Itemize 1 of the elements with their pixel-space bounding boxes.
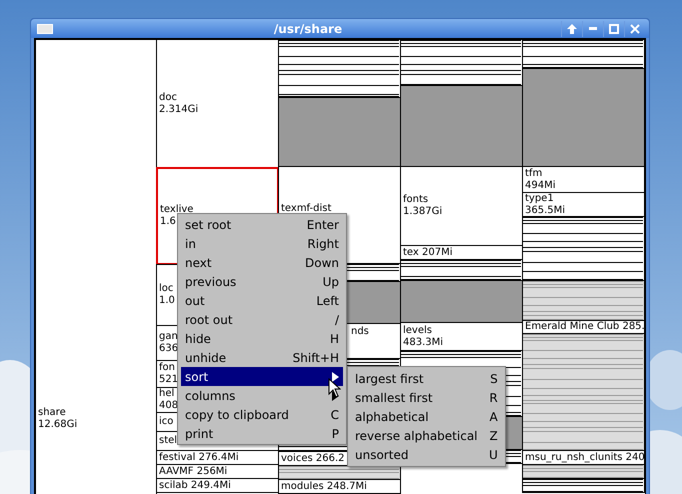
- window-title: /usr/share: [272, 22, 344, 36]
